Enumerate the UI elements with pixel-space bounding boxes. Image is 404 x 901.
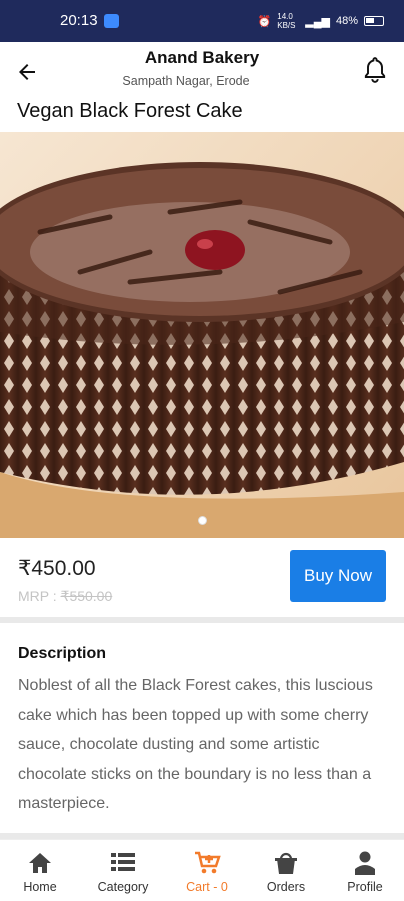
battery-icon — [364, 16, 384, 26]
nav-profile[interactable]: Profile — [325, 840, 404, 901]
mrp-price: MRP : ₹550.00 — [18, 588, 112, 605]
cake-illustration — [0, 132, 404, 538]
nav-label: Home — [23, 880, 57, 894]
status-icons: ⏰ 14.0 KB/S ▂▄▆ 48% — [258, 12, 384, 30]
product-image[interactable] — [0, 132, 404, 538]
nav-orders[interactable]: Orders — [246, 840, 326, 901]
shop-name: Anand Bakery — [144, 48, 260, 67]
alarm-icon: ⏰ — [257, 15, 272, 28]
nav-cart[interactable]: Cart - 0 — [167, 840, 247, 901]
carousel-indicator[interactable] — [198, 516, 207, 525]
mrp-value: ₹550.00 — [60, 588, 113, 604]
home-icon — [29, 853, 51, 873]
description-text: Noblest of all the Black Forest cakes, t… — [18, 677, 373, 813]
divider — [0, 617, 404, 623]
bottom-navigation: Home Category Cart - 0 Orders Profile — [0, 839, 404, 900]
notification-app-icon — [104, 14, 119, 28]
network-speed: 14.0 KB/S — [277, 12, 296, 30]
nav-category[interactable]: Category — [83, 840, 163, 901]
nav-home[interactable]: Home — [0, 840, 80, 901]
product-title: Vegan Black Forest Cake — [17, 100, 243, 122]
mrp-label: MRP : — [18, 588, 61, 604]
buy-now-button[interactable]: Buy Now — [290, 550, 386, 602]
battery-percent: 48% — [335, 15, 358, 27]
status-bar: 20:13 ⏰ 14.0 KB/S ▂▄▆ 48% — [0, 0, 404, 42]
signal-icon: ▂▄▆ — [305, 15, 330, 28]
nav-label: Profile — [347, 880, 383, 894]
product-price: ₹450.00 — [18, 557, 96, 580]
nav-label: Orders — [266, 880, 306, 894]
shop-location: Sampath Nagar, Erode — [122, 74, 250, 88]
cart-icon — [195, 851, 221, 874]
bag-icon — [275, 852, 297, 874]
app-header: Anand Bakery Sampath Nagar, Erode — [0, 42, 404, 96]
description-heading: Description — [18, 645, 107, 662]
list-icon — [111, 853, 135, 871]
nav-label: Category — [97, 880, 149, 894]
nav-label: Cart - 0 — [186, 880, 228, 894]
bell-icon[interactable] — [362, 56, 388, 84]
status-time: 20:13 — [60, 12, 98, 29]
person-icon — [355, 851, 375, 875]
